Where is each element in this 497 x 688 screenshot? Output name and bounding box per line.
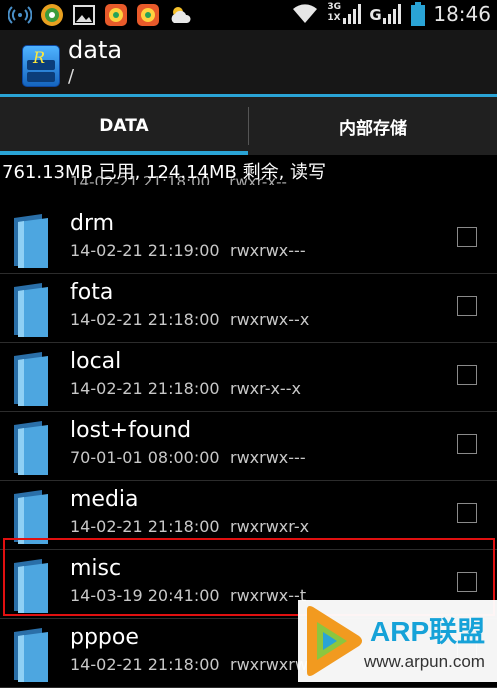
game-app-icon-2 [137,4,159,26]
signal-bars-icon [343,4,362,24]
battery-icon [411,2,426,26]
game-app-icon [105,4,127,26]
list-item-lost-found[interactable]: lost+found 70-01-01 08:00:00 rwxrwx--- [0,412,497,481]
file-explorer-app-icon[interactable]: R [22,45,60,87]
file-date: 70-01-01 08:00:00 [70,448,220,467]
signal-bars-icon-2 [383,4,402,24]
file-name: lost+found [70,418,192,443]
wireless-hotspot-icon [8,6,32,24]
weather-icon [171,7,191,23]
file-date: 14-02-21 21:18:00 [70,517,220,536]
file-name: fota [70,280,114,305]
list-item-local[interactable]: local 14-02-21 21:18:00 rwxr-x--x [0,343,497,412]
file-date: 14-02-21 21:18:00 [70,655,220,674]
file-name: local [70,349,122,374]
folder-icon [14,352,48,406]
file-date: 14-02-21 21:19:00 [70,241,220,260]
select-checkbox[interactable] [457,434,477,454]
notification-icons [8,3,194,27]
watermark: ARP联盟 www.arpun.com [298,600,497,682]
select-checkbox[interactable] [457,227,477,247]
signal-g-indicator: G [369,2,403,26]
signal-3g-indicator: 3G 1X [327,2,362,26]
select-checkbox[interactable] [457,365,477,385]
watermark-url: www.arpun.com [364,652,485,671]
tab-data[interactable]: DATA [0,97,248,155]
action-bar: R data / [0,30,497,96]
list-item-fota[interactable]: fota 14-02-21 21:18:00 rwxrwx--x [0,274,497,343]
folder-icon [14,283,48,337]
file-permissions: rwxrwxrw [230,655,308,674]
select-checkbox[interactable] [457,503,477,523]
folder-icon [14,628,48,682]
page-title: data [68,36,123,64]
file-name: media [70,487,139,512]
network-1x-label: 1X [327,13,341,23]
tab-data-label: DATA [99,116,149,136]
system-status: 3G 1X G 18:46 [291,2,491,26]
current-path: / [68,66,75,87]
folder-icon [14,490,48,544]
network-3g-label: 3G [327,2,342,12]
file-permissions: rwxrwx--- [230,241,306,260]
storage-usage-text: 761.13MB 已用, 124.14MB 剩余, 读写 [2,162,327,183]
file-permissions: rwxrwx--- [230,448,306,467]
watermark-title: ARP联盟 [370,616,486,647]
clock: 18:46 [433,2,491,26]
folder-icon [14,214,48,268]
tab-internal-storage[interactable]: 内部存储 [249,97,497,155]
list-item-drm[interactable]: drm 14-02-21 21:19:00 rwxrwx--- [0,205,497,274]
select-checkbox[interactable] [457,296,477,316]
network-g-label: G [369,6,382,24]
file-date: 14-02-21 21:18:00 [70,310,220,329]
storage-info-bar: 14-02-21 21:18:00 rwxr-x-- 761.13MB 已用, … [0,155,497,185]
file-permissions: rwxrwxr-x [230,517,310,536]
gallery-icon [73,5,95,25]
app-notification-icon [41,4,63,26]
file-permissions: rwxrwx--x [230,310,310,329]
file-name: drm [70,211,115,236]
file-date: 14-02-21 21:18:00 [70,379,220,398]
tab-internal-storage-label: 内部存储 [339,118,407,139]
folder-icon [14,421,48,475]
file-permissions: rwxr-x--x [230,379,301,398]
storage-tabs: DATA 内部存储 [0,97,497,155]
wifi-icon [293,4,318,23]
file-name: pppoe [70,625,139,650]
play-logo-icon [307,606,362,676]
status-bar: 3G 1X G 18:46 [0,0,497,30]
